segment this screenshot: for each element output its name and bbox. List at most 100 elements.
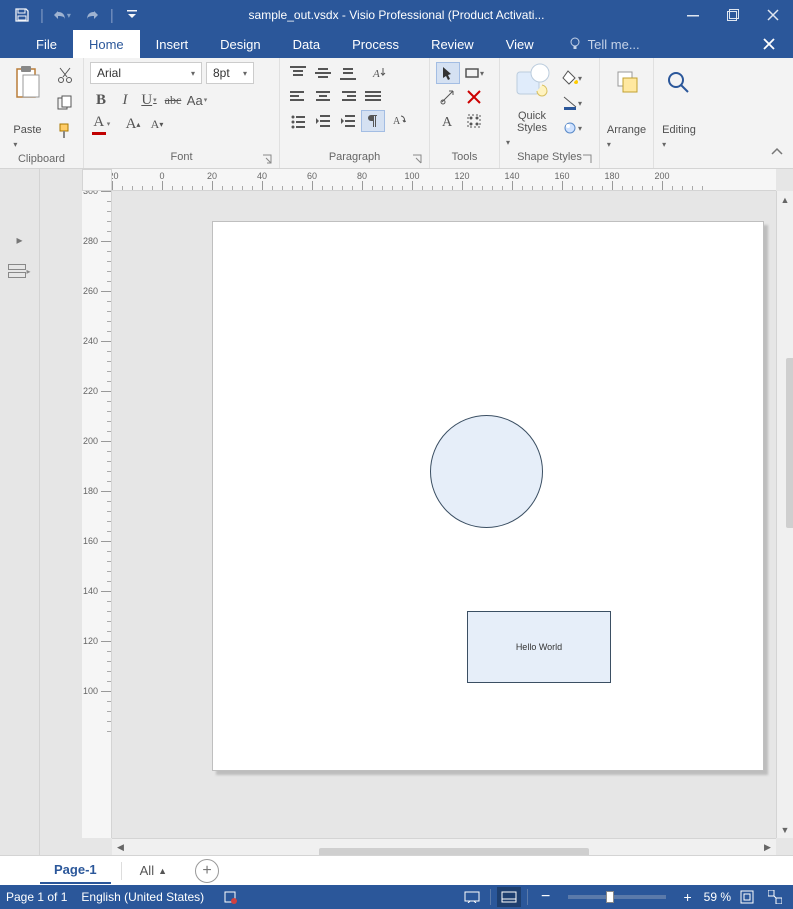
horizontal-scrollbar[interactable]: ◀ ▶ (112, 838, 776, 855)
tab-process[interactable]: Process (336, 30, 415, 58)
page-tab-1[interactable]: Page-1 (40, 857, 111, 884)
ribbon-close-icon[interactable] (755, 30, 783, 58)
canvas-viewport[interactable]: Hello World (112, 191, 776, 838)
tab-design[interactable]: Design (204, 30, 276, 58)
zoom-percent-label[interactable]: 59 % (704, 890, 731, 904)
tab-home[interactable]: Home (73, 30, 140, 58)
rotate-text-button[interactable]: A (386, 110, 410, 132)
underline-button[interactable]: U (138, 89, 160, 111)
pointer-tool-button[interactable] (436, 62, 460, 84)
pan-zoom-window-icon[interactable] (763, 887, 787, 907)
hscroll-thumb[interactable] (319, 848, 589, 855)
add-page-button[interactable]: + (195, 859, 219, 883)
align-right-button[interactable] (336, 86, 360, 108)
undo-icon[interactable]: ▾ (48, 1, 76, 29)
connection-point-button[interactable] (462, 86, 486, 108)
zoom-out-button[interactable]: − (534, 887, 558, 907)
change-case-button[interactable]: Aa (186, 89, 208, 111)
clipboard-group-label: Clipboard (6, 150, 77, 168)
paragraph-marks-button[interactable] (361, 110, 385, 132)
tab-insert[interactable]: Insert (140, 30, 205, 58)
connector-tool-button[interactable] (436, 86, 460, 108)
shapestyles-group-label: Shape Styles (517, 151, 582, 163)
restore-icon[interactable] (713, 0, 753, 30)
justify-button[interactable] (361, 86, 385, 108)
language-label[interactable]: English (United States) (81, 890, 204, 904)
align-bottom-button[interactable] (336, 62, 360, 84)
strikethrough-button[interactable]: abc (162, 89, 184, 111)
rectangle-tool-button[interactable]: ▾ (462, 62, 486, 84)
increase-indent-button[interactable] (336, 110, 360, 132)
shapes-pane-icon[interactable]: ▸ (8, 259, 32, 283)
all-pages-label: All (140, 863, 154, 878)
save-icon[interactable] (8, 1, 36, 29)
qat-customize-icon[interactable] (118, 1, 146, 29)
zoom-slider[interactable] (568, 895, 666, 899)
find-icon (663, 62, 695, 104)
quick-styles-button[interactable]: Quick Styles▾ (506, 62, 558, 148)
cut-icon[interactable] (53, 64, 77, 86)
ink-tool-button[interactable] (462, 110, 486, 132)
font-launcher-icon[interactable] (261, 152, 273, 164)
italic-button[interactable]: I (114, 89, 136, 111)
redo-icon[interactable] (78, 1, 106, 29)
bold-button[interactable]: B (90, 89, 112, 111)
line-button[interactable]: ▾ (562, 92, 588, 114)
align-left-button[interactable] (286, 86, 310, 108)
minimize-icon[interactable] (673, 0, 713, 30)
font-name-dropdown[interactable]: Arial▾ (90, 62, 202, 84)
tab-data[interactable]: Data (277, 30, 336, 58)
tell-me-search[interactable]: Tell me... (568, 30, 640, 58)
font-group-label: Font (170, 151, 192, 163)
circle-shape[interactable] (430, 415, 543, 528)
vertical-ruler[interactable]: 300280260240220200180160140120100 (82, 191, 112, 838)
zoom-in-button[interactable]: + (676, 887, 700, 907)
paragraph-group-label: Paragraph (329, 151, 380, 163)
rectangle-shape[interactable]: Hello World (467, 611, 611, 683)
editing-button[interactable]: Editing▾ (660, 62, 698, 150)
decrease-indent-button[interactable] (311, 110, 335, 132)
horizontal-ruler[interactable]: -20020406080100120140160180200 (82, 169, 776, 191)
shapestyles-launcher-icon[interactable] (581, 152, 593, 164)
paragraph-launcher-icon[interactable] (411, 152, 423, 164)
text-direction-button[interactable]: A (368, 62, 392, 84)
scroll-up-icon[interactable]: ▲ (777, 191, 793, 208)
align-middle-button[interactable] (311, 62, 335, 84)
bullets-button[interactable] (286, 110, 310, 132)
normal-view-icon[interactable] (497, 887, 521, 907)
scroll-down-icon[interactable]: ▼ (777, 821, 793, 838)
arrange-button[interactable]: Arrange▾ (606, 62, 647, 150)
vertical-scrollbar[interactable]: ▲ ▼ (776, 191, 793, 838)
scroll-left-icon[interactable]: ◀ (112, 839, 129, 856)
format-painter-icon[interactable] (53, 120, 77, 142)
page-count-label[interactable]: Page 1 of 1 (6, 890, 67, 904)
align-center-button[interactable] (311, 86, 335, 108)
close-icon[interactable] (753, 0, 793, 30)
increase-font-button[interactable]: A▴ (122, 113, 144, 135)
rectangle-text: Hello World (516, 642, 562, 652)
decrease-font-button[interactable]: A▾ (146, 113, 168, 135)
align-top-button[interactable] (286, 62, 310, 84)
tab-file[interactable]: File (20, 30, 73, 58)
all-pages-button[interactable]: All▲ (132, 863, 175, 878)
vscroll-thumb[interactable] (786, 358, 793, 528)
collapse-ribbon-icon[interactable] (771, 146, 787, 162)
presentation-mode-icon[interactable] (460, 887, 484, 907)
paste-button[interactable]: Paste▾ (6, 62, 49, 150)
font-color-A: A (93, 114, 104, 131)
text-tool-button[interactable]: A (436, 110, 460, 132)
font-color-button[interactable]: A (90, 113, 112, 135)
fit-to-window-icon[interactable] (735, 887, 759, 907)
paste-label: Paste (13, 124, 41, 136)
scroll-right-icon[interactable]: ▶ (759, 839, 776, 856)
macro-record-icon[interactable] (218, 887, 242, 907)
effects-button[interactable]: ▾ (562, 117, 588, 139)
tab-review[interactable]: Review (415, 30, 490, 58)
font-size-dropdown[interactable]: 8pt▾ (206, 62, 254, 84)
shapes-pane-expand-icon[interactable]: ▸ (15, 229, 25, 251)
editing-label: Editing (662, 124, 696, 136)
fill-button[interactable]: ▾ (562, 67, 588, 89)
zoom-thumb[interactable] (606, 891, 614, 903)
copy-icon[interactable] (53, 92, 77, 114)
tab-view[interactable]: View (490, 30, 550, 58)
